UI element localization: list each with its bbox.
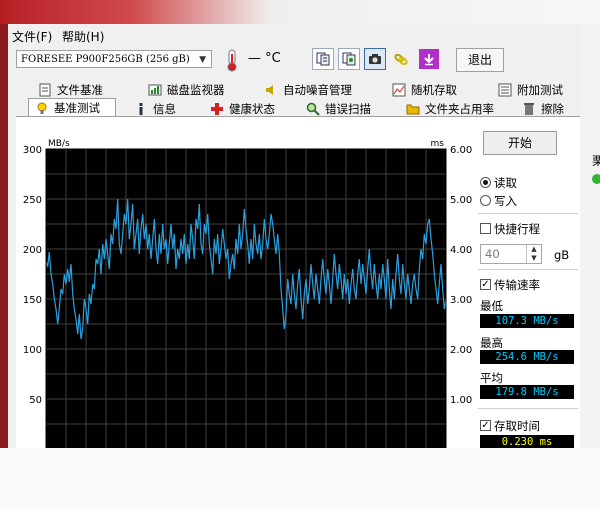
tab-extra-tests[interactable]: 附加测试 (498, 81, 563, 99)
benchmark-chart: MB/s ms 300 250 200 150 100 50 6.00 5.00 4.00 3.00 2… (23, 139, 472, 448)
erase-icon (522, 102, 536, 116)
write-radio[interactable] (480, 195, 491, 206)
random-access-icon (392, 83, 406, 97)
drive-select-value: FORESEE P900F256GB (256 gB) (21, 54, 190, 65)
background-window: 栗 (580, 24, 600, 448)
y-right-tick-label: 4.00 (450, 245, 472, 256)
tab-label: 磁盘监视器 (167, 83, 225, 97)
access-time-label: 存取时间 (494, 419, 540, 433)
link-icon (394, 53, 408, 66)
copy-info-icon (342, 52, 356, 66)
chevron-down-icon: ▼ (199, 55, 206, 65)
save-download-button[interactable] (418, 48, 440, 70)
unit-right-label: ms (431, 139, 445, 149)
disk-monitor-icon (148, 83, 162, 97)
tab-label: 文件夹占用率 (425, 102, 494, 116)
app-window: 文件(F) 帮助(H) FORESEE P900F256GB (256 gB) … (8, 24, 580, 448)
menu-help[interactable]: 帮助(H) (62, 28, 104, 45)
tab-label: 文件基准 (57, 83, 103, 97)
screenshot-button[interactable] (364, 48, 386, 70)
desktop-background-left (0, 24, 8, 448)
tab-disk-monitor[interactable]: 磁盘监视器 (148, 81, 225, 99)
menu-file[interactable]: 文件(F) (12, 28, 52, 45)
avg-value: 179.8 MB/s (480, 385, 574, 399)
info-icon (134, 102, 148, 116)
tab-label: 擦除 (541, 102, 564, 116)
exit-button[interactable]: 退出 (456, 48, 504, 72)
max-value: 254.6 MB/s (480, 350, 574, 364)
y-left-tick-label: 300 (23, 145, 42, 156)
access-time-value: 0.230 ms (480, 435, 574, 448)
tab-file-benchmark[interactable]: 文件基准 (38, 81, 103, 99)
tab-label: 错误扫描 (325, 102, 371, 116)
short-stroke-label: 快捷行程 (494, 222, 540, 236)
tab-label: 自动噪音管理 (283, 83, 352, 97)
transfer-rate-checkbox[interactable]: ✓ (480, 279, 491, 290)
camera-icon (369, 54, 381, 64)
folder-icon (406, 102, 420, 116)
avg-label: 平均 (480, 371, 503, 385)
tab-benchmark[interactable]: 基准测试 (28, 98, 116, 118)
y-left-tick-label: 100 (23, 345, 42, 356)
y-right-tick-label: 1.00 (450, 395, 472, 406)
read-radio[interactable] (480, 177, 491, 188)
start-button[interactable]: 开始 (483, 131, 557, 155)
short-stroke-spinner[interactable]: 40 ▲ ▼ (480, 244, 542, 264)
separator (478, 269, 578, 270)
thermometer-icon (227, 49, 237, 72)
tab-label: 基准测试 (54, 101, 100, 115)
short-stroke-checkbox[interactable] (480, 223, 491, 234)
copy-text-icon (316, 52, 330, 66)
file-benchmark-icon (38, 83, 52, 97)
error-scan-icon (306, 102, 320, 116)
y-right-tick-label: 3.00 (450, 295, 472, 306)
copy-text-button[interactable] (312, 48, 334, 70)
short-stroke-value: 40 (485, 247, 500, 261)
toolbar: FORESEE P900F256GB (256 gB) ▼ — °C 退出 (8, 46, 580, 74)
min-label: 最低 (480, 299, 503, 313)
status-dot-icon (592, 174, 600, 184)
page-bottom-area (0, 448, 600, 509)
separator (478, 408, 578, 409)
read-label: 读取 (494, 176, 517, 190)
unit-left-label: MB/s (48, 139, 70, 149)
spinner-arrows-icon[interactable]: ▲ ▼ (526, 245, 541, 263)
tab-noise-management[interactable]: 自动噪音管理 (264, 81, 352, 99)
y-right-tick-label: 2.00 (450, 345, 472, 356)
y-right-tick-label: 6.00 (450, 145, 472, 156)
y-left-tick-label: 150 (23, 295, 42, 306)
copy-info-button[interactable] (338, 48, 360, 70)
y-right-tick-label: 5.00 (450, 195, 472, 206)
menu-bar: 文件(F) 帮助(H) (8, 24, 580, 46)
write-label: 写入 (494, 194, 517, 208)
min-value: 107.3 MB/s (480, 314, 574, 328)
link-button[interactable] (390, 48, 412, 70)
noise-icon (264, 83, 278, 97)
tab-random-access[interactable]: 随机存取 (392, 81, 457, 99)
y-left-tick-label: 250 (23, 195, 42, 206)
max-label: 最高 (480, 336, 503, 350)
temperature-readout: — °C (248, 51, 281, 66)
tab-label: 信息 (153, 102, 176, 116)
transfer-rate-label: 传输速率 (494, 278, 540, 292)
benchmark-icon (35, 101, 49, 115)
separator (478, 213, 578, 214)
extra-tests-icon (498, 83, 512, 97)
health-icon (210, 102, 224, 116)
y-left-tick-label: 200 (23, 245, 42, 256)
tab-label: 附加测试 (517, 83, 563, 97)
tab-label: 健康状态 (229, 102, 275, 116)
tab-label: 随机存取 (411, 83, 457, 97)
short-stroke-unit: gB (554, 248, 570, 262)
desktop-background (0, 0, 600, 24)
y-left-tick-label: 50 (29, 395, 42, 406)
save-download-icon (424, 54, 434, 66)
background-window-label: 栗 (592, 154, 600, 168)
access-time-checkbox[interactable]: ✓ (480, 420, 491, 431)
drive-select[interactable]: FORESEE P900F256GB (256 gB) ▼ (16, 50, 212, 68)
